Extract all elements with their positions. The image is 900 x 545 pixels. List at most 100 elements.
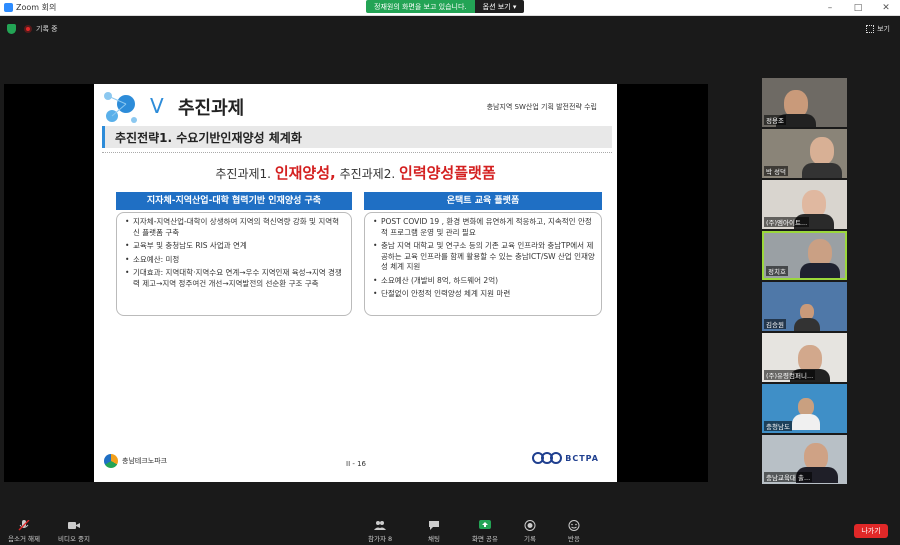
right-column-heading: 온택트 교육 플랫폼 xyxy=(364,192,602,210)
maximize-button[interactable]: □ xyxy=(844,0,872,16)
reactions-button[interactable]: 반응 xyxy=(568,520,580,543)
participants-text: 참가자 xyxy=(368,535,386,543)
participant-tile-active-speaker[interactable]: 정치호 xyxy=(762,231,847,280)
participants-icon xyxy=(374,521,387,530)
avatar-body xyxy=(800,263,840,278)
participant-name: 김승원 xyxy=(764,319,786,329)
meeting-toolbar: 음소거 해제 비디오 중지 참가자 8 채팅 화면 공유 기록 반응 나가기 xyxy=(0,517,900,545)
reactions-label: 반응 xyxy=(568,535,580,543)
task1-prefix: 추진과제1. xyxy=(215,167,271,181)
right-item: 소요예산 (개발비 8억, 하드웨어 2억) xyxy=(373,276,595,287)
view-toggle[interactable]: 보기 xyxy=(866,24,890,34)
participant-name: 충청남도 xyxy=(764,421,792,431)
page-number: II - 16 xyxy=(346,460,367,468)
participant-tile[interactable]: (주)유령컴퍼니... xyxy=(762,333,847,382)
window-title: Zoom 회의 xyxy=(16,3,57,12)
record-label: 기록 xyxy=(524,535,536,543)
window-titlebar: Zoom 회의 정재원의 화면을 보고 있습니다. 옵션 보기 ▾ – □ ✕ xyxy=(0,0,900,16)
mute-label: 음소거 해제 xyxy=(8,535,40,543)
video-camera-icon xyxy=(67,522,80,529)
recording-label: 기록 중 xyxy=(36,25,58,33)
technopark-mark-icon xyxy=(104,454,118,468)
share-message: 정재원의 화면을 보고 있습니다. xyxy=(366,0,475,13)
app-title: Zoom 회의 xyxy=(4,2,56,13)
task2-prefix: 추진과제2. xyxy=(339,167,396,181)
right-column-box: POST COVID 19 , 환경 변화에 유연하게 적응하고, 지속적인 안… xyxy=(364,212,602,316)
participant-tile[interactable]: 정용조 xyxy=(762,78,847,127)
divider xyxy=(102,152,612,153)
participant-tile[interactable]: 박 성덕 xyxy=(762,129,847,178)
section-number: V xyxy=(150,94,164,118)
participant-tile[interactable]: 충남교육대 출... xyxy=(762,435,847,484)
participant-name: 충남교육대 출... xyxy=(764,472,813,482)
shared-screen: V 추진과제 충남지역 SW산업 기획 발전전략 수립 추진전략1. 수요기반인… xyxy=(4,84,708,482)
participant-tile[interactable]: 김승원 xyxy=(762,282,847,331)
participants-button[interactable]: 참가자 8 xyxy=(368,520,392,543)
right-item: 단절없이 안정적 인력양성 체계 지원 마련 xyxy=(373,289,595,300)
left-item: 지자체-지역산업-대학이 상생하여 지역의 혁신역량 강화 및 지역혁신 플랫폼… xyxy=(125,217,345,238)
left-item: 기대효과: 지역대학·지역수요 연계→우수 지역인재 육성→지역 경쟁력 제고→… xyxy=(125,268,345,289)
share-screen-icon xyxy=(479,520,491,529)
strategy-bar: 추진전략1. 수요기반인재양성 체계화 xyxy=(102,126,612,148)
share-screen-label: 화면 공유 xyxy=(472,535,498,543)
participant-name: 정용조 xyxy=(764,115,786,125)
smiley-icon xyxy=(568,520,580,531)
video-button[interactable]: 비디오 중지 xyxy=(58,520,90,543)
security-shield-icon[interactable] xyxy=(7,24,16,34)
speech-bubbles-icon xyxy=(104,92,137,123)
share-screen-button[interactable]: 화면 공유 xyxy=(472,520,498,543)
minimize-button[interactable]: – xyxy=(816,0,844,16)
bctpa-name: BCTPA xyxy=(565,453,599,463)
participant-tile[interactable]: 충청남도 xyxy=(762,384,847,433)
participants-count: 8 xyxy=(388,535,393,543)
rings-icon xyxy=(532,452,563,464)
leave-button[interactable]: 나가기 xyxy=(854,524,888,538)
view-options-label: 옵션 보기 xyxy=(482,3,511,11)
avatar-body xyxy=(802,163,842,178)
window-controls: – □ ✕ xyxy=(816,0,900,16)
zoom-logo-icon xyxy=(4,3,13,12)
bctpa-logo: BCTPA xyxy=(532,452,599,464)
avatar xyxy=(810,137,834,165)
chat-label: 채팅 xyxy=(428,535,440,543)
participant-name: 박 성덕 xyxy=(764,166,789,176)
technopark-name: 충남테크노파크 xyxy=(122,457,168,465)
video-label: 비디오 중지 xyxy=(58,535,90,543)
participants-label: 참가자 8 xyxy=(368,533,392,543)
right-item: POST COVID 19 , 환경 변화에 유연하게 적응하고, 지속적인 안… xyxy=(373,217,595,238)
technopark-logo: 충남테크노파크 xyxy=(104,454,167,468)
share-banner: 정재원의 화면을 보고 있습니다. 옵션 보기 ▾ xyxy=(366,0,525,13)
recording-indicator[interactable]: 기록 중 xyxy=(24,24,58,34)
grid-view-icon xyxy=(866,25,875,33)
task-headline: 추진과제1. 인재양성, 추진과제2. 인력양성플랫폼 xyxy=(94,162,617,183)
presentation-slide: V 추진과제 충남지역 SW산업 기획 발전전략 수립 추진전략1. 수요기반인… xyxy=(94,84,617,482)
avatar-body xyxy=(794,318,820,331)
chat-bubble-icon xyxy=(429,521,439,530)
avatar-body xyxy=(792,414,820,430)
view-options-button[interactable]: 옵션 보기 ▾ xyxy=(474,0,525,13)
participant-name: 정치호 xyxy=(766,266,788,276)
strategy-title: 추진전략1. 수요기반인재양성 체계화 xyxy=(115,131,302,145)
participant-name: (주)엠아이트... xyxy=(764,217,810,227)
left-column-box: 지자체-지역산업-대학이 상생하여 지역의 혁신역량 강화 및 지역혁신 플랫폼… xyxy=(116,212,352,316)
task2-name: 인력양성플랫폼 xyxy=(399,164,496,182)
close-button[interactable]: ✕ xyxy=(872,0,900,16)
meeting-statusbar: 기록 중 보기 xyxy=(0,16,900,42)
record-dot-icon xyxy=(24,25,32,33)
slide-title: 추진과제 xyxy=(178,98,245,119)
participant-name: (주)유령컴퍼니... xyxy=(764,370,816,380)
left-item: 소요예산: 미정 xyxy=(125,255,345,266)
view-label: 보기 xyxy=(877,25,890,33)
slide-subtitle: 충남지역 SW산업 기획 발전전략 수립 xyxy=(486,103,597,111)
microphone-muted-icon xyxy=(18,520,30,531)
record-button[interactable]: 기록 xyxy=(524,520,536,543)
mute-button[interactable]: 음소거 해제 xyxy=(8,520,40,543)
record-icon xyxy=(524,520,536,531)
left-column-heading: 지자체-지역산업-대학 협력기반 인재양성 구축 xyxy=(116,192,352,210)
slide-footer: 충남테크노파크 II - 16 BCTPA xyxy=(94,448,617,482)
task1-name: 인재양성, xyxy=(274,164,336,182)
chat-button[interactable]: 채팅 xyxy=(428,520,440,543)
left-item: 교육부 및 충청남도 RIS 사업과 연계 xyxy=(125,241,345,252)
right-item: 충남 지역 대학교 및 연구소 등의 기존 교육 인프라와 충남TP에서 제공하… xyxy=(373,241,595,273)
participant-tile[interactable]: (주)엠아이트... xyxy=(762,180,847,229)
